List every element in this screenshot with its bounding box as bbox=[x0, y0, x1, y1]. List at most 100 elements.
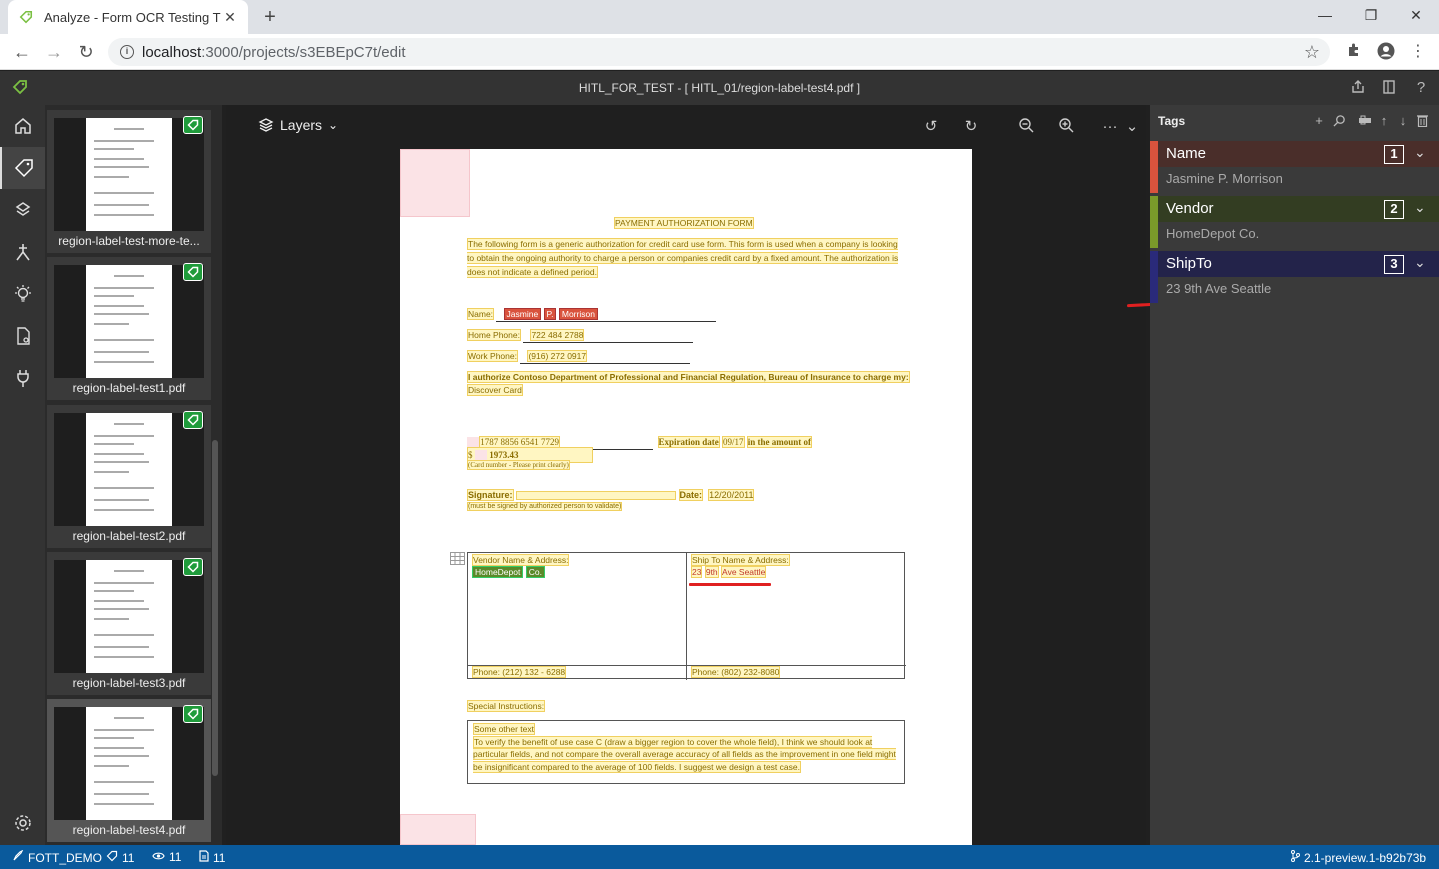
expiration-label: Expiration date bbox=[657, 436, 720, 448]
tag-count-icon bbox=[106, 850, 118, 865]
vendor-phone[interactable]: Phone: (212) 132 - 6288 bbox=[472, 666, 567, 678]
keyboard-shortcuts-icon[interactable] bbox=[1380, 79, 1398, 97]
tag-item-name[interactable]: Name 1 ⌄ Jasmine P. Morrison bbox=[1150, 141, 1439, 193]
zoom-out-icon[interactable] bbox=[1016, 117, 1036, 137]
name-first-token[interactable]: Jasmine bbox=[503, 308, 542, 320]
settings-gear-icon[interactable] bbox=[0, 802, 45, 844]
model-compose-icon[interactable] bbox=[0, 189, 45, 231]
help-icon[interactable]: ? bbox=[1412, 79, 1430, 97]
tag-value: 23 9th Ave Seattle bbox=[1166, 281, 1272, 296]
thumbnail-scrollbar[interactable] bbox=[212, 440, 218, 776]
layers-dropdown[interactable]: Layers ⌄ bbox=[258, 117, 338, 133]
table-icon[interactable] bbox=[450, 552, 465, 567]
tag-editor-icon[interactable] bbox=[0, 147, 45, 189]
name-middle-token[interactable]: P. bbox=[543, 308, 557, 320]
add-tag-icon[interactable]: + bbox=[1312, 114, 1326, 128]
home-phone-value[interactable]: 722 484 2788 bbox=[530, 329, 585, 341]
search-tag-icon[interactable] bbox=[1332, 114, 1346, 128]
left-nav-rail bbox=[0, 105, 45, 845]
zoom-in-icon[interactable] bbox=[1056, 117, 1076, 137]
close-tab-icon[interactable]: ✕ bbox=[222, 9, 238, 26]
visited-count-status: 11 bbox=[152, 850, 181, 864]
app-title: HITL_FOR_TEST - [ HITL_01/region-label-t… bbox=[578, 81, 861, 95]
shipto-phone[interactable]: Phone: (802) 232-8080 bbox=[691, 666, 781, 678]
browser-tab[interactable]: Analyze - Form OCR Testing T ✕ bbox=[8, 0, 248, 34]
asset-thumbnail-panel: region-label-test-more-te... region-labe… bbox=[45, 105, 222, 845]
rotate-left-icon[interactable]: ↺ bbox=[921, 117, 941, 137]
extensions-icon[interactable] bbox=[1344, 42, 1364, 62]
browser-tab-title: Analyze - Form OCR Testing T bbox=[44, 9, 221, 25]
expiration-value[interactable]: 09/17 bbox=[722, 436, 745, 448]
connections-plug-icon[interactable] bbox=[0, 357, 45, 399]
tag-color-stripe bbox=[1150, 196, 1158, 248]
chevron-down-icon[interactable]: ⌄ bbox=[1414, 144, 1426, 161]
special-instructions-label: Special Instructions: bbox=[467, 700, 546, 712]
rotate-right-icon[interactable]: ↻ bbox=[961, 117, 981, 137]
reload-icon[interactable]: ↻ bbox=[74, 40, 98, 64]
thumbnail-label: region-label-test1.pdf bbox=[72, 381, 186, 395]
profile-avatar-icon[interactable] bbox=[1376, 42, 1396, 62]
date-value[interactable]: 12/20/2011 bbox=[708, 489, 755, 501]
ship-9th-token[interactable]: 9th bbox=[704, 566, 719, 578]
tagged-badge-icon bbox=[183, 116, 203, 134]
special-body[interactable]: To verify the benefit of use case C (dra… bbox=[473, 735, 896, 773]
thumbnail-item[interactable]: region-label-test3.pdf bbox=[47, 552, 211, 695]
chevron-down-icon[interactable]: ⌄ bbox=[1414, 199, 1426, 216]
delete-tag-icon[interactable] bbox=[1415, 114, 1429, 128]
ship-number-token[interactable]: 23 bbox=[691, 566, 703, 578]
site-info-icon[interactable]: i bbox=[120, 45, 134, 59]
doc-heading: PAYMENT AUTHORIZATION FORM bbox=[614, 217, 754, 229]
empty-region-highlight[interactable] bbox=[400, 814, 476, 845]
thumbnail-item-selected[interactable]: region-label-test4.pdf bbox=[47, 699, 211, 842]
share-icon[interactable] bbox=[1349, 79, 1367, 97]
status-bar: FOTT_DEMO 11 11 11 2.1-preview.1-b92b73b bbox=[0, 845, 1439, 869]
thumbnail-item[interactable]: region-label-test-more-te... bbox=[47, 110, 211, 253]
address-bar[interactable]: i localhost:3000/projects/s3EBEpC7t/edit… bbox=[108, 38, 1330, 66]
window-close-icon[interactable]: ✕ bbox=[1393, 0, 1439, 30]
tags-panel: Tags + ↑ ↓ Name 1 ⌄ Jasmine P. Morrison … bbox=[1150, 105, 1439, 845]
analyze-document-icon[interactable] bbox=[0, 315, 45, 357]
thumbnail-image bbox=[54, 707, 204, 820]
vendor-name-token[interactable]: HomeDepot bbox=[472, 566, 524, 578]
train-icon[interactable] bbox=[0, 231, 45, 273]
work-phone-value[interactable]: (916) 272 0917 bbox=[527, 350, 588, 362]
asset-count: 11 bbox=[213, 850, 226, 865]
tag-item-shipto[interactable]: ShipTo 3 ⌄ 23 9th Ave Seattle bbox=[1150, 251, 1439, 303]
chevron-down-icon[interactable]: ⌄ bbox=[1122, 117, 1142, 137]
thumbnail-image bbox=[54, 413, 204, 526]
lock-tag-icon[interactable] bbox=[1358, 114, 1372, 128]
thumbnail-item[interactable]: region-label-test2.pdf bbox=[47, 405, 211, 548]
doc-intro: The following form is a generic authoriz… bbox=[467, 238, 899, 278]
name-last-token[interactable]: Morrison bbox=[558, 308, 598, 320]
new-tab-icon[interactable]: + bbox=[258, 5, 282, 29]
predict-lightbulb-icon[interactable] bbox=[0, 273, 45, 315]
tag-item-vendor[interactable]: Vendor 2 ⌄ HomeDepot Co. bbox=[1150, 196, 1439, 248]
move-up-icon[interactable]: ↑ bbox=[1377, 114, 1391, 128]
move-down-icon[interactable]: ↓ bbox=[1396, 114, 1410, 128]
forward-icon[interactable]: → bbox=[42, 40, 66, 64]
minimize-icon[interactable]: — bbox=[1302, 0, 1348, 30]
tag-hotkey: 3 bbox=[1384, 255, 1404, 274]
asset-count-status: 11 bbox=[199, 850, 225, 865]
back-icon[interactable]: ← bbox=[10, 40, 34, 64]
document-page[interactable]: PAYMENT AUTHORIZATION FORM The following… bbox=[400, 149, 972, 845]
restore-icon[interactable]: ❐ bbox=[1348, 0, 1394, 30]
home-icon[interactable] bbox=[0, 105, 45, 147]
chevron-down-icon[interactable]: ⌄ bbox=[1414, 254, 1426, 271]
thumbnail-image bbox=[54, 265, 204, 378]
thumbnail-image bbox=[54, 560, 204, 673]
card-type-value[interactable]: Discover Card bbox=[467, 384, 523, 396]
work-phone-label: Work Phone: bbox=[467, 350, 518, 362]
special-line-1[interactable]: Some other text bbox=[473, 723, 536, 735]
url-path: :3000/projects/s3EBEpC7t/edit bbox=[201, 43, 406, 61]
thumbnail-label: region-label-test4.pdf bbox=[72, 823, 186, 837]
thumbnail-item[interactable]: region-label-test1.pdf bbox=[47, 257, 211, 400]
ship-street-token[interactable]: Ave Seattle bbox=[721, 566, 767, 578]
tag-name: Vendor bbox=[1166, 200, 1214, 217]
vendor-co-token[interactable]: Co. bbox=[525, 566, 545, 578]
more-options-icon[interactable]: ··· bbox=[1100, 117, 1120, 137]
browser-menu-icon[interactable]: ⋮ bbox=[1408, 42, 1428, 62]
bookmark-star-icon[interactable]: ☆ bbox=[1304, 42, 1320, 63]
empty-region-highlight[interactable] bbox=[400, 149, 470, 217]
name-field-label: Name: bbox=[467, 308, 495, 320]
